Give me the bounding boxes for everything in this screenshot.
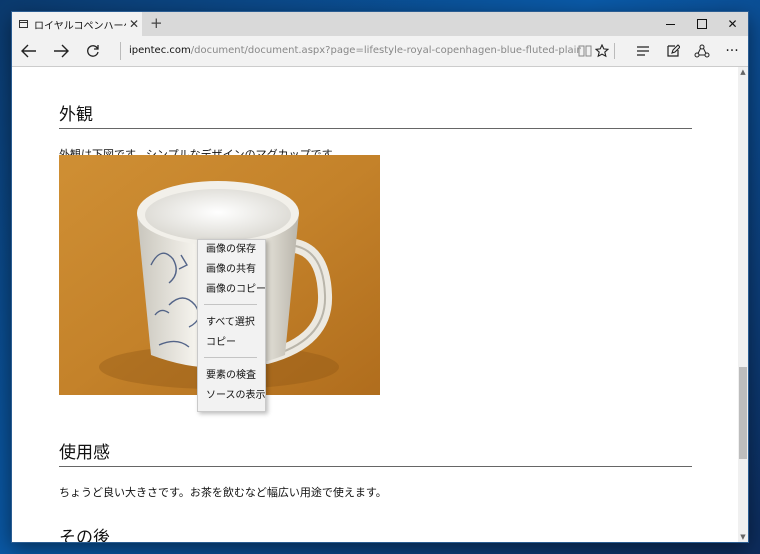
paragraph-usability: ちょうど良い大きさです。お茶を飲むなど幅広い用途で使えます。 [59, 486, 387, 499]
web-note-icon[interactable] [660, 40, 686, 62]
heading-usability: 使用感 [59, 438, 692, 467]
menu-separator [204, 304, 257, 305]
menu-share-image[interactable]: 画像の共有 [206, 261, 256, 279]
scrollbar-thumb[interactable] [739, 367, 747, 459]
forward-icon[interactable] [48, 40, 74, 62]
address-bar[interactable]: ipentec.com/document/document.aspx?page=… [120, 42, 581, 60]
minimize-icon[interactable] [655, 12, 686, 36]
scroll-down-icon[interactable]: ▼ [738, 532, 748, 542]
tab-close-icon[interactable]: ✕ [126, 17, 142, 31]
menu-inspect-element[interactable]: 要素の検査 [206, 367, 256, 385]
menu-save-image[interactable]: 画像の保存 [206, 241, 256, 259]
page-content: 外観 外観は下図です。シンプルなデザインのマグカップです。 画像の保存 画像の共… [12, 67, 738, 542]
toolbar-separator [614, 43, 615, 59]
title-bar: ロイヤルコペンハーゲン ブル ✕ + ✕ [12, 12, 748, 36]
menu-separator [204, 357, 257, 358]
browser-tab[interactable]: ロイヤルコペンハーゲン ブル ✕ [12, 12, 142, 36]
refresh-icon[interactable] [80, 40, 106, 62]
heading-appearance: 外観 [59, 100, 692, 129]
close-icon[interactable]: ✕ [717, 12, 748, 36]
menu-copy-image[interactable]: 画像のコピー [206, 281, 266, 299]
menu-copy[interactable]: コピー [206, 334, 236, 352]
new-tab-icon[interactable]: + [150, 14, 163, 32]
tab-page-icon [19, 20, 28, 28]
favorite-star-icon[interactable] [589, 40, 615, 62]
tab-title: ロイヤルコペンハーゲン ブル [34, 20, 126, 32]
browser-window: ロイヤルコペンハーゲン ブル ✕ + ✕ ipentec.com/documen… [12, 12, 748, 542]
share-icon[interactable] [689, 40, 715, 62]
url-host: ipentec.com [129, 45, 191, 56]
menu-view-source[interactable]: ソースの表示 [206, 387, 266, 405]
menu-select-all[interactable]: すべて選択 [206, 314, 255, 332]
vertical-scrollbar[interactable]: ▲ ▼ [738, 67, 748, 542]
url-path: /document/document.aspx?page=lifestyle-r… [190, 45, 581, 56]
back-icon[interactable] [16, 40, 42, 62]
scroll-up-icon[interactable]: ▲ [738, 67, 748, 77]
more-icon[interactable]: ··· [719, 40, 745, 62]
hub-icon[interactable] [630, 40, 656, 62]
heading-afterwards: その後 [59, 523, 692, 542]
navigation-bar: ipentec.com/document/document.aspx?page=… [12, 36, 748, 67]
image-context-menu: 画像の保存 画像の共有 画像のコピー すべて選択 コピー 要素の検査 ソースの表… [197, 239, 266, 412]
maximize-icon[interactable] [686, 12, 717, 36]
